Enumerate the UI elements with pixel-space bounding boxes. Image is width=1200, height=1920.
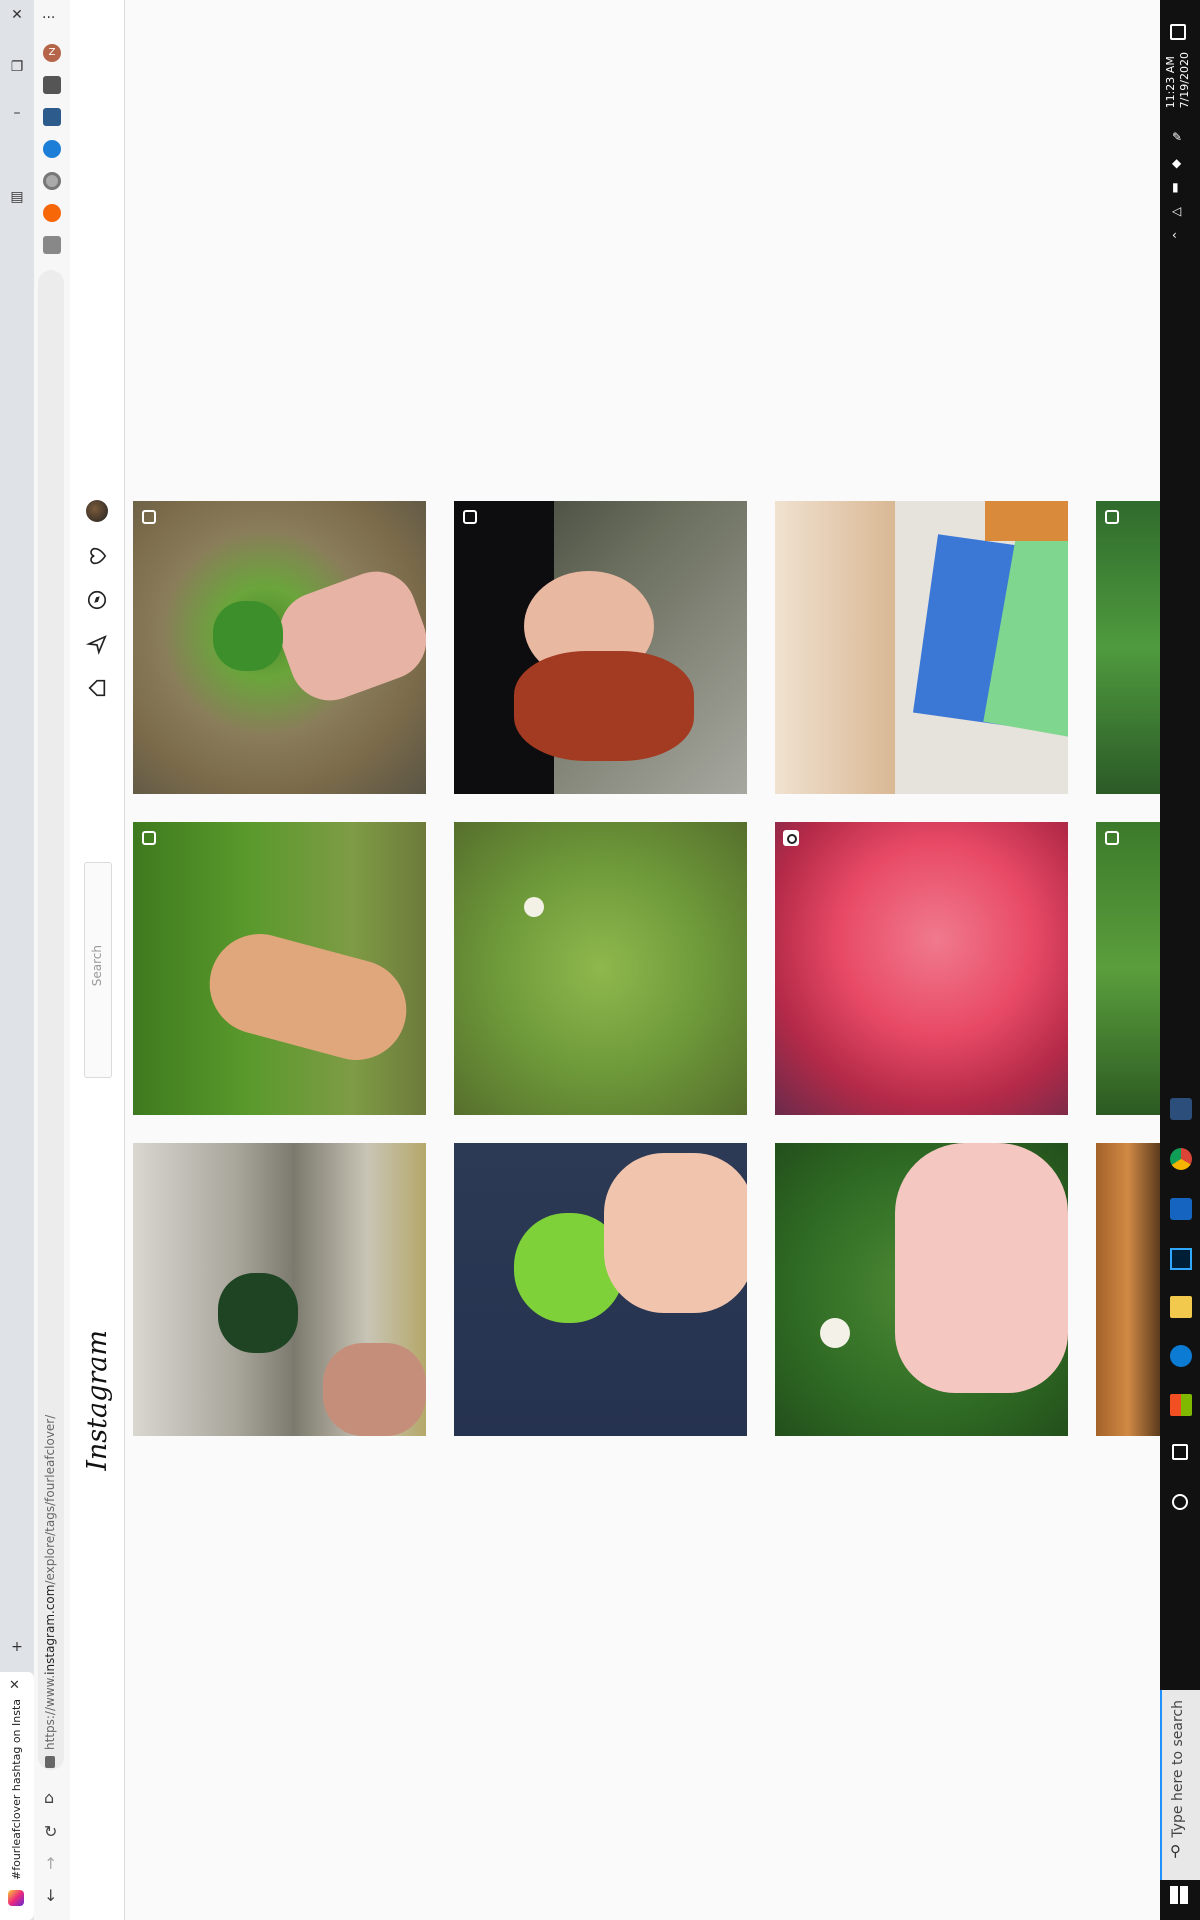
post-tile[interactable] bbox=[454, 501, 747, 794]
close-window-icon[interactable]: ✕ bbox=[8, 6, 26, 24]
heart-icon[interactable] bbox=[86, 545, 108, 567]
url-domain: instagram.com bbox=[43, 1584, 57, 1675]
extension-orange-icon[interactable] bbox=[43, 204, 61, 222]
photoshop-icon[interactable] bbox=[1170, 1248, 1192, 1270]
clover-flower-shape bbox=[524, 897, 544, 917]
instagram-favicon-icon bbox=[8, 1890, 24, 1906]
post-tile[interactable] bbox=[133, 1143, 426, 1436]
instagram-logo[interactable]: Instagram bbox=[82, 1330, 113, 1471]
windows-start-icon[interactable] bbox=[1170, 1886, 1188, 1904]
profile-avatar-icon[interactable] bbox=[86, 500, 108, 522]
post-tile[interactable] bbox=[775, 501, 1068, 794]
home-icon[interactable]: ⌂ bbox=[44, 1788, 54, 1807]
battery-icon[interactable]: ▮ bbox=[1172, 180, 1179, 194]
post-tile[interactable] bbox=[454, 1143, 747, 1436]
minimize-window-icon[interactable]: – bbox=[8, 104, 26, 122]
browser-menu-icon[interactable]: ··· bbox=[42, 10, 55, 26]
extensions-puzzle-icon[interactable] bbox=[43, 76, 61, 94]
tab-actions-icon[interactable]: ▤ bbox=[8, 188, 26, 206]
active-tab[interactable]: ✕ #fourleafclover hashtag on Insta... bbox=[0, 1672, 34, 1920]
url-prefix: https://www. bbox=[43, 1674, 57, 1750]
post-tile[interactable] bbox=[775, 1143, 1068, 1436]
fingers-shape bbox=[604, 1153, 747, 1313]
profile-avatar[interactable]: Z bbox=[43, 44, 61, 62]
new-tab-icon[interactable]: + bbox=[8, 1638, 26, 1656]
reload-icon[interactable]: ↻ bbox=[44, 1822, 57, 1841]
chrome-icon[interactable] bbox=[1170, 1148, 1192, 1170]
language-icon[interactable]: ✎ bbox=[1172, 130, 1182, 144]
clock-date: 7/19/2020 bbox=[1178, 52, 1191, 109]
url-field[interactable]: https://www.instagram.com/explore/tags/f… bbox=[43, 1395, 57, 1750]
search-icon: ⚲ bbox=[1170, 1842, 1181, 1860]
extension-blue-icon[interactable] bbox=[43, 140, 61, 158]
notifications-icon[interactable] bbox=[1170, 24, 1186, 40]
lock-icon[interactable] bbox=[45, 1756, 55, 1768]
hand-shape bbox=[198, 922, 418, 1072]
cortana-icon[interactable] bbox=[1172, 1494, 1188, 1510]
clover-shape bbox=[218, 1273, 298, 1353]
control-panel-icon[interactable] bbox=[1170, 1098, 1192, 1120]
dropbox-icon[interactable]: ◆ bbox=[1172, 156, 1181, 170]
edge-icon[interactable] bbox=[1170, 1345, 1192, 1367]
tab-title: #fourleafclover hashtag on Insta... bbox=[10, 1700, 23, 1880]
taskbar-search-placeholder: Type here to search bbox=[1170, 1700, 1186, 1838]
cat-shape bbox=[775, 501, 895, 794]
clover-shape bbox=[213, 601, 283, 671]
task-view-icon[interactable] bbox=[1172, 1444, 1188, 1460]
post-tile[interactable] bbox=[454, 822, 747, 1115]
tab-strip: ✕ ❐ – ▤ + bbox=[0, 0, 34, 1920]
extension-chart-icon[interactable] bbox=[43, 108, 61, 126]
multiple-posts-icon bbox=[142, 510, 156, 524]
extension-gray-icon[interactable] bbox=[43, 172, 61, 190]
clover-flower-shape bbox=[820, 1318, 850, 1348]
direct-send-icon[interactable] bbox=[86, 633, 108, 655]
post-tile[interactable] bbox=[133, 822, 426, 1115]
clock-time: 11:23 AM bbox=[1164, 56, 1177, 109]
multiple-posts-icon bbox=[463, 510, 477, 524]
hand-shape bbox=[323, 1343, 426, 1436]
show-hidden-icons-icon[interactable]: ‹ bbox=[1172, 228, 1177, 242]
post-tile[interactable] bbox=[775, 822, 1068, 1115]
windows-taskbar bbox=[1160, 0, 1200, 1920]
file-explorer-icon[interactable] bbox=[1170, 1296, 1192, 1318]
url-path: /explore/tags/fourleafclover/ bbox=[43, 1414, 57, 1585]
orange-shape bbox=[985, 501, 1068, 541]
store-icon[interactable] bbox=[1170, 1394, 1192, 1416]
post-tile[interactable] bbox=[1096, 822, 1160, 1115]
close-tab-icon[interactable]: ✕ bbox=[9, 1678, 20, 1693]
outlook-icon[interactable] bbox=[1170, 1198, 1192, 1220]
multiple-posts-icon bbox=[1105, 510, 1119, 524]
explore-compass-icon[interactable] bbox=[86, 589, 108, 611]
search-placeholder: Search bbox=[90, 945, 104, 987]
multiple-posts-icon bbox=[142, 831, 156, 845]
forward-icon[interactable]: ↑ bbox=[44, 1854, 57, 1873]
post-tile[interactable] bbox=[1096, 1143, 1160, 1436]
post-tile[interactable] bbox=[133, 501, 426, 794]
restore-window-icon[interactable]: ❐ bbox=[8, 58, 26, 76]
back-icon[interactable]: ↓ bbox=[44, 1886, 57, 1905]
volume-icon[interactable]: ◁ bbox=[1172, 204, 1181, 218]
video-camera-icon bbox=[783, 830, 799, 846]
palm-shape bbox=[895, 1143, 1068, 1393]
extension-g-icon[interactable] bbox=[43, 236, 61, 254]
hand-shape bbox=[268, 560, 426, 712]
taskbar-clock[interactable]: 11:23 AM 7/19/2020 bbox=[1164, 52, 1192, 108]
multiple-posts-icon bbox=[1105, 831, 1119, 845]
hair-shape bbox=[514, 651, 694, 761]
home-icon[interactable] bbox=[86, 677, 108, 699]
post-tile[interactable] bbox=[1096, 501, 1160, 794]
